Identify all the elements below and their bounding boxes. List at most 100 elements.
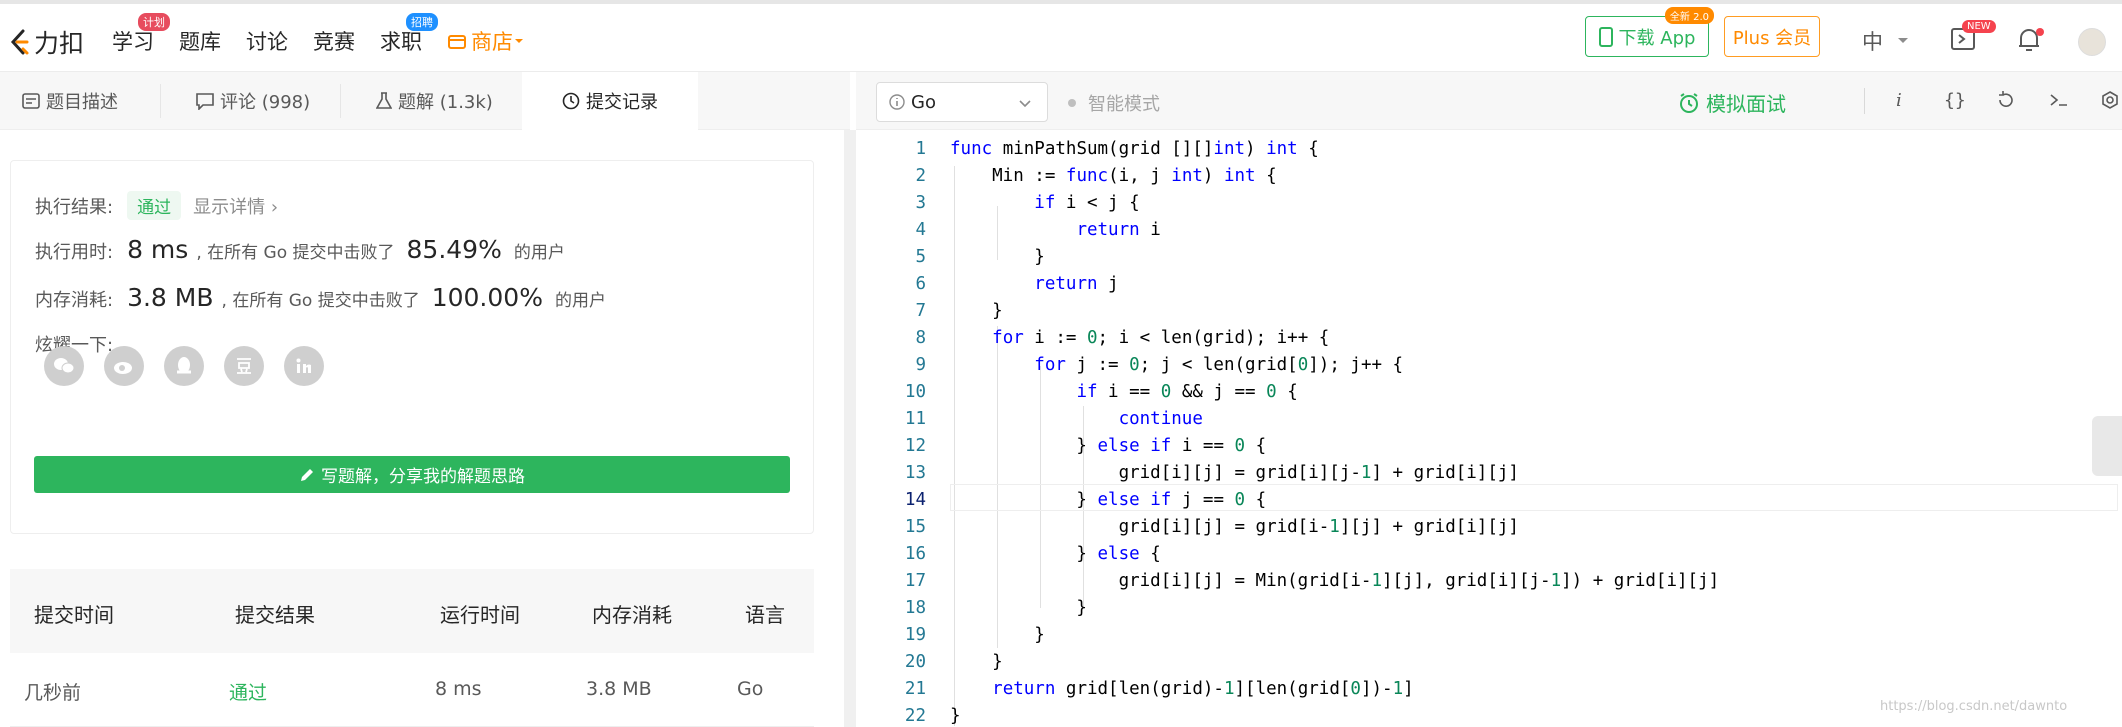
show-details-label: 显示详情 [193,197,266,218]
table-row[interactable]: 几秒前 通过 8 ms 3.8 MB Go [10,653,814,727]
line-number: 17 [904,571,926,591]
info-icon [889,94,905,110]
runtime-percentile: 85.49% [406,235,502,264]
memory-percentile: 100.00% [431,283,543,312]
flask-icon [376,92,392,109]
line-number: 12 [904,436,926,456]
code-line: } [950,598,1087,618]
leetcode-logo[interactable]: 力扣 [8,24,84,60]
code-line: } [950,247,1045,267]
wechat-icon[interactable] [44,346,84,386]
share-icons [44,346,344,386]
leetcode-logo-icon [10,29,29,55]
brand-name: 力扣 [34,29,85,58]
code-line: return j [1034,274,1119,294]
write-solution-label: 写题解，分享我的解题思路 [321,467,525,487]
plus-member-button[interactable]: Plus 会员 [1724,16,1820,57]
code-line: return i [1076,220,1161,240]
write-solution-button[interactable]: 写题解，分享我的解题思路 [34,456,790,493]
language-select-value: Go [911,91,936,113]
weibo-icon[interactable] [104,346,144,386]
cell-time: 几秒前 [24,682,82,704]
runtime-value: 8 ms [127,235,189,264]
pane-resizer[interactable] [844,130,870,727]
linkedin-icon[interactable] [284,346,324,386]
smart-mode-toggle[interactable]: 智能模式 [1068,90,1160,116]
memory-text: , 在所有 Go 提交中击败了 [221,291,420,311]
terminal-icon[interactable] [2048,90,2070,110]
download-app-button[interactable]: 下载 App 全新 2.0 [1585,7,1714,57]
code-line: grid[i][j] = grid[i-1][j] + grid[i][j] [950,517,1519,537]
editor-toolbar: Go 智能模式 模拟面试 i {} [856,72,2122,130]
line-number: 7 [915,301,926,321]
tab-divider [160,84,161,118]
settings-icon[interactable] [2100,90,2120,110]
braces-icon[interactable]: {} [1944,90,1966,111]
code-line: } [950,652,1003,672]
status-row: 执行结果: 通过 显示详情 › [35,191,278,220]
code-line: for j := 0; j < len(grid[0]); j++ { [1034,355,1404,375]
tab-solutions[interactable]: 题解 (1.3k) [376,72,493,130]
code-line: continue [1118,409,1203,429]
show-details-link[interactable]: 显示详情 › [193,193,278,219]
memory-label: 内存消耗: [35,290,114,311]
cell-language: Go [737,678,764,700]
language-switch[interactable]: 中 [1862,26,1911,56]
tab-submissions[interactable]: 提交记录 [522,72,698,130]
submissions-table-header: 提交时间 提交结果 运行时间 内存消耗 语言 [10,569,814,653]
nav-discuss[interactable]: 讨论 [246,26,288,56]
line-number: 21 [904,679,926,699]
clock-icon [562,92,580,109]
douban-icon[interactable] [224,346,264,386]
tab-solutions-label: 题解 (1.3k) [398,92,493,113]
mock-interview-button[interactable]: 模拟面试 [1678,88,1786,117]
line-number: 8 [915,328,926,348]
info-italic-icon[interactable]: i [1896,90,1902,111]
alarm-clock-icon [1680,92,1698,113]
line-number: 4 [915,220,926,240]
nav-shop[interactable]: 商店 [447,26,529,56]
runtime-text: , 在所有 Go 提交中击败了 [196,243,395,263]
user-avatar[interactable] [2078,28,2106,56]
code-line: } else if i == 0 { [950,436,1267,456]
smart-mode-dot [1068,99,1076,107]
runtime-users-suffix: 的用户 [513,243,565,263]
code-line: if i == 0 && j == 0 { [1076,382,1298,402]
tab-comments-label: 评论 (998) [220,92,311,113]
tab-divider [340,84,341,118]
nav-problemset[interactable]: 题库 [179,26,221,56]
main-nav: 学习 计划 题库 讨论 竞赛 求职 招聘 商店 [112,13,554,56]
memory-users-suffix: 的用户 [554,291,606,311]
line-number: 16 [904,544,926,564]
tab-comments[interactable]: 评论 (998) [196,72,310,130]
code-editor[interactable]: 1 func minPathSum(grid [][]int) int { 2 … [876,134,2122,727]
line-number: 3 [915,193,926,213]
code-line: } [950,301,1003,321]
qq-icon[interactable] [164,346,204,386]
status-label: 执行结果: [35,197,114,218]
comment-icon [196,92,214,110]
line-number: 10 [904,382,926,402]
line-number: 15 [904,517,926,537]
memory-value: 3.8 MB [127,283,214,312]
cell-memory: 3.8 MB [586,678,652,700]
floating-side-tab[interactable] [2092,416,2122,476]
mock-interview-label: 模拟面试 [1706,92,1786,116]
tab-description[interactable]: 题目描述 [22,72,118,130]
toolbar-divider [1864,88,1865,114]
header-submit-result: 提交结果 [235,603,315,627]
nav-study[interactable]: 学习 计划 [112,13,170,56]
line-number: 11 [904,409,926,429]
nav-jobs[interactable]: 求职 招聘 [380,13,438,56]
caret-down-icon [515,39,523,43]
language-select[interactable]: Go [876,82,1048,122]
reset-icon[interactable] [1996,90,2016,110]
header-memory: 内存消耗 [592,603,672,627]
cell-result[interactable]: 通过 [229,678,267,705]
code-line: } else { [950,544,1161,564]
line-number: 18 [904,598,926,618]
download-app-label: 下载 App [1618,27,1696,49]
nav-contest[interactable]: 竞赛 [313,26,355,56]
line-number: 14 [904,490,926,510]
line-number: 6 [915,274,926,294]
